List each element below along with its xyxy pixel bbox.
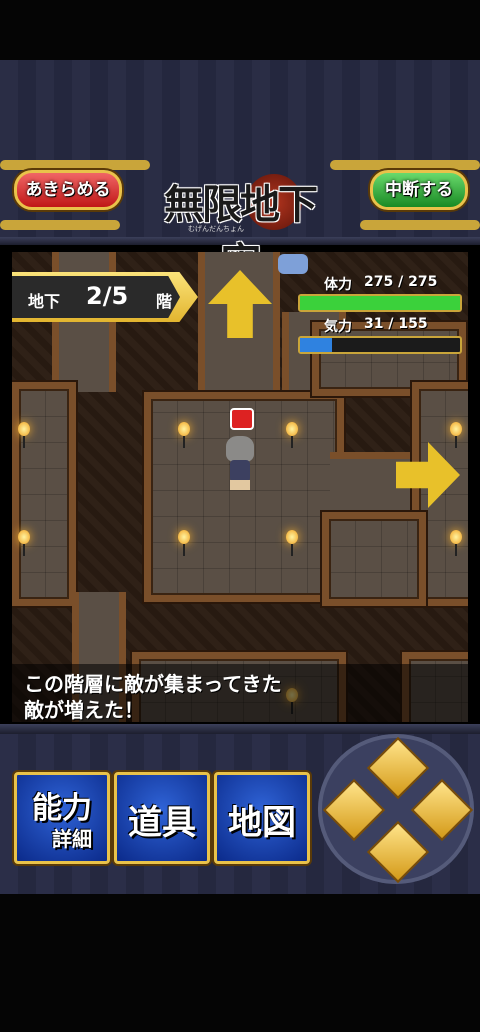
cloud-ornament-left-lower bbox=[0, 220, 120, 230]
hp-label: 体力 bbox=[324, 277, 352, 293]
hp-bar bbox=[298, 294, 462, 312]
player-character bbox=[224, 436, 256, 490]
room-southeast bbox=[322, 512, 426, 606]
lantern-icon bbox=[448, 530, 464, 558]
map-label: 地図 bbox=[228, 803, 296, 843]
game-logo: 無限地下牢 むげんだんちょん bbox=[150, 168, 330, 286]
spirit-value: 31 / 155 bbox=[364, 316, 428, 332]
suspend-button[interactable]: 中断する bbox=[370, 170, 468, 210]
floor-suffix: 階 bbox=[156, 292, 173, 311]
floor-value: 2/5 bbox=[86, 282, 129, 310]
logo-subtitle: むげんだんちょん bbox=[188, 225, 244, 233]
hp-bar-fill bbox=[300, 296, 460, 310]
lantern-icon bbox=[176, 422, 192, 450]
dpad-left-icon[interactable] bbox=[322, 778, 386, 842]
room-west bbox=[12, 382, 76, 606]
dpad-down-icon[interactable] bbox=[366, 820, 430, 884]
items-button[interactable]: 道具 bbox=[114, 772, 210, 864]
floor-prefix: 地下 bbox=[28, 292, 61, 311]
spirit-label: 気力 bbox=[324, 319, 352, 335]
items-label: 道具 bbox=[128, 803, 196, 843]
spirit-bar bbox=[298, 336, 462, 354]
lantern-icon bbox=[448, 422, 464, 450]
map-button[interactable]: 地図 bbox=[214, 772, 310, 864]
message-box: この階層に敵が集まってきた 敵が増えた！ bbox=[12, 664, 468, 722]
message-line-1: この階層に敵が集まってきた bbox=[24, 672, 282, 696]
lantern-icon bbox=[284, 422, 300, 450]
status-bar-area bbox=[0, 0, 480, 60]
ability-sub-label: 詳細 bbox=[52, 827, 92, 851]
cloud-ornament-left bbox=[0, 160, 150, 170]
hp-value: 275 / 275 bbox=[364, 274, 438, 290]
give-up-button[interactable]: あきらめる bbox=[14, 170, 122, 210]
cloud-ornament-right-lower bbox=[360, 220, 480, 230]
lantern-icon bbox=[16, 530, 32, 558]
npc-sprite bbox=[278, 254, 308, 274]
message-line-2: 敵が増えた！ bbox=[24, 698, 144, 722]
lantern-icon bbox=[176, 530, 192, 558]
dpad-up-icon[interactable] bbox=[366, 736, 430, 800]
ability-label: 能力 bbox=[32, 791, 92, 826]
cloud-ornament-right bbox=[330, 160, 480, 170]
player-marker-icon bbox=[230, 408, 254, 430]
lantern-icon bbox=[284, 530, 300, 558]
dpad-right-icon[interactable] bbox=[410, 778, 474, 842]
lantern-icon bbox=[16, 422, 32, 450]
nav-bar-area bbox=[0, 894, 480, 1032]
ability-detail-button[interactable]: 能力 詳細 bbox=[14, 772, 110, 864]
dpad bbox=[318, 734, 474, 884]
spirit-bar-fill bbox=[300, 338, 332, 352]
